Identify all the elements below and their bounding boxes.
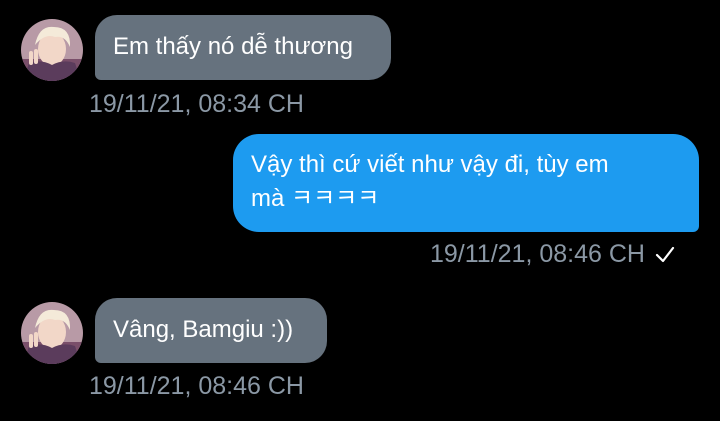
checkmark-icon [655,241,675,271]
message-text-line: mà ㅋㅋㅋㅋ [251,185,380,212]
message-text: Em thấy nó dễ thương [113,33,353,60]
sender-avatar[interactable] [21,19,83,81]
message-bubble-received[interactable]: Em thấy nó dễ thương [95,15,391,80]
message-text-line: Vậy thì cứ viết như vậy đi, tùy em [251,151,609,178]
message-timestamp: 19/11/21, 08:34 CH [89,90,304,118]
message-bubble-sent[interactable]: Vậy thì cứ viết như vậy đi, tùy em mà ㅋㅋ… [233,134,699,232]
sender-avatar[interactable] [21,302,83,364]
message-text: Vâng, Bamgiu :)) [113,316,294,343]
message-timestamp: 19/11/21, 08:46 CH [89,372,304,400]
message-timestamp-text: 19/11/21, 08:46 CH [430,240,645,268]
message-bubble-received[interactable]: Vâng, Bamgiu :)) [95,298,327,363]
message-timestamp: 19/11/21, 08:46 CH [430,239,675,271]
